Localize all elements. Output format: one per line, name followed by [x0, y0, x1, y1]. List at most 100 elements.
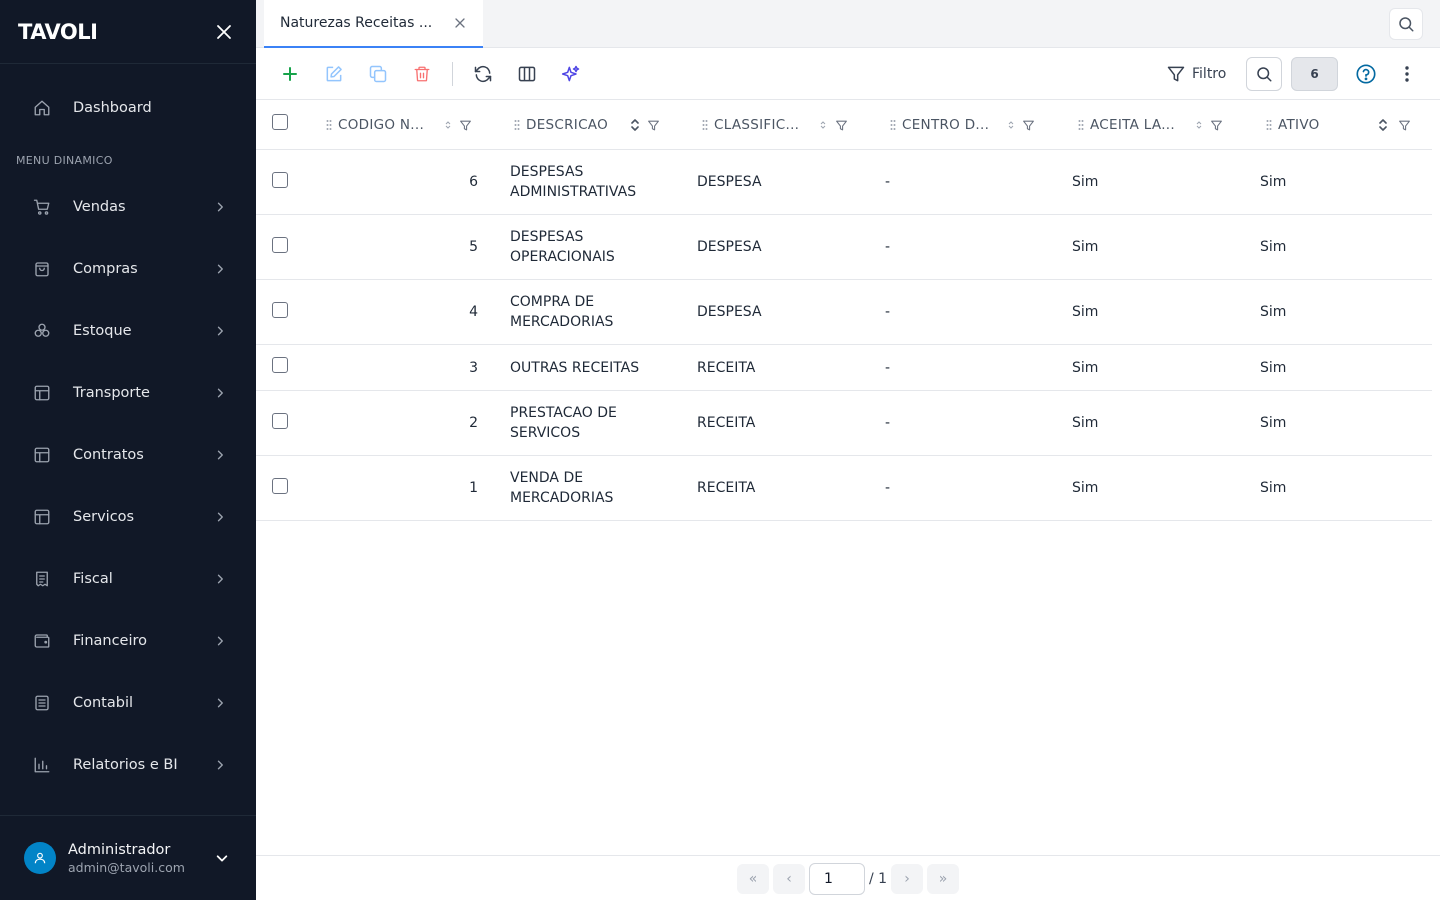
sidebar-item-vendas[interactable]: Vendas	[16, 185, 240, 229]
row-checkbox[interactable]	[272, 477, 288, 494]
column-filter-icon[interactable]	[1397, 118, 1411, 132]
cell-aceita: Sim	[1072, 359, 1099, 376]
columns-icon	[518, 66, 536, 82]
cell-centro: -	[885, 415, 891, 431]
column-header-aceita[interactable]: ACEITA LA...	[1076, 100, 1225, 150]
cell-aceita: Sim	[1072, 304, 1099, 320]
sort-icon[interactable]	[1006, 118, 1016, 132]
column-filter-icon[interactable]	[646, 118, 660, 132]
ai-assistant-button[interactable]	[557, 60, 585, 88]
add-button[interactable]	[276, 60, 304, 88]
row-checkbox[interactable]	[272, 236, 288, 253]
menu-section-title: MENU DINAMICO	[16, 154, 113, 167]
last-page-button[interactable]: »	[927, 864, 959, 894]
column-filter-icon[interactable]	[458, 118, 472, 132]
column-filter-icon[interactable]	[834, 118, 848, 132]
global-search-button[interactable]	[1389, 8, 1423, 40]
page-number-input[interactable]	[809, 863, 865, 895]
row-checkbox[interactable]	[272, 301, 288, 318]
chevron-right-icon	[212, 509, 228, 525]
row-select-cell	[272, 150, 302, 214]
row-select-cell	[272, 215, 302, 279]
refresh-button[interactable]	[469, 60, 497, 88]
cell-ativo: Sim	[1260, 304, 1287, 320]
cell-classificacao: DESPESA	[697, 174, 762, 190]
table-row[interactable]: 4 COMPRA DE MERCADORIAS DESPESA - Sim Sim	[256, 280, 1432, 345]
filter-label: Filtro	[1192, 66, 1227, 82]
chevron-right-icon	[212, 199, 228, 215]
close-sidebar-button[interactable]	[212, 20, 236, 44]
row-checkbox[interactable]	[272, 412, 288, 429]
column-header-centro[interactable]: CENTRO D...	[888, 100, 1037, 150]
cell-descricao: DESPESAS OPERACIONAIS	[510, 229, 615, 265]
more-options-button[interactable]	[1393, 60, 1421, 88]
columns-button[interactable]	[513, 60, 541, 88]
cell-aceita: Sim	[1072, 480, 1099, 496]
sidebar-item-servicos[interactable]: Servicos	[16, 495, 240, 539]
wallet-icon	[32, 631, 52, 651]
chevron-right-icon	[212, 633, 228, 649]
sidebar-item-transporte[interactable]: Transporte	[16, 371, 240, 415]
drag-handle-icon[interactable]	[512, 118, 522, 132]
tab-naturezas-receitas[interactable]: Naturezas Receitas ...	[264, 0, 483, 48]
drag-handle-icon[interactable]	[888, 118, 898, 132]
sort-icon[interactable]	[630, 118, 640, 132]
tab-label: Naturezas Receitas ...	[280, 15, 433, 31]
refresh-icon	[474, 65, 492, 83]
cell-aceita: Sim	[1072, 174, 1099, 190]
table-header: CODIGO N... DESCRICAO CLASSIFIC... CENTRO D…	[256, 100, 1432, 150]
help-button[interactable]	[1352, 60, 1380, 88]
delete-button[interactable]	[408, 60, 436, 88]
sidebar-item-contabil[interactable]: Contabil	[16, 681, 240, 725]
column-header-descricao[interactable]: DESCRICAO	[512, 100, 662, 150]
first-page-button[interactable]: «	[737, 864, 769, 894]
sort-icon[interactable]	[1194, 118, 1204, 132]
row-checkbox[interactable]	[272, 171, 288, 188]
table-row[interactable]: 3 OUTRAS RECEITAS RECEITA - Sim Sim	[256, 345, 1432, 391]
row-checkbox[interactable]	[272, 357, 288, 373]
sidebar-item-contratos[interactable]: Contratos	[16, 433, 240, 477]
duplicate-button[interactable]	[364, 60, 392, 88]
edit-button[interactable]	[320, 60, 348, 88]
sidebar-item-label: Financeiro	[73, 633, 148, 649]
table-search-button[interactable]	[1246, 57, 1282, 91]
record-count-badge: 6	[1291, 57, 1338, 91]
sidebar-item-fiscal[interactable]: Fiscal	[16, 557, 240, 601]
sidebar-item-financeiro[interactable]: Financeiro	[16, 619, 240, 663]
cell-ativo: Sim	[1260, 239, 1287, 255]
cell-classificacao: RECEITA	[697, 359, 756, 376]
select-all-checkbox[interactable]	[272, 114, 288, 130]
column-header-codigo[interactable]: CODIGO N...	[324, 100, 474, 150]
column-header-classificacao[interactable]: CLASSIFIC...	[700, 100, 850, 150]
data-table: CODIGO N... DESCRICAO CLASSIFIC... CENTRO D…	[256, 100, 1432, 521]
sort-icon[interactable]	[818, 118, 828, 132]
next-page-button[interactable]: ›	[891, 864, 923, 894]
sidebar-item-dashboard[interactable]: Dashboard	[16, 86, 240, 130]
sort-icon[interactable]	[443, 118, 453, 132]
user-menu-toggle[interactable]	[212, 848, 232, 868]
prev-page-button[interactable]: ‹	[773, 864, 805, 894]
drag-handle-icon[interactable]	[1076, 118, 1086, 132]
filter-button[interactable]: Filtro	[1166, 60, 1226, 88]
sidebar-item-estoque[interactable]: Estoque	[16, 309, 240, 353]
close-tab-button[interactable]	[453, 16, 467, 30]
drag-handle-icon[interactable]	[324, 118, 334, 132]
drag-handle-icon[interactable]	[1264, 118, 1274, 132]
table-row[interactable]: 6 DESPESAS ADMINISTRATIVAS DESPESA - Sim Sim	[256, 150, 1432, 215]
row-select-cell	[272, 456, 302, 520]
drag-handle-icon[interactable]	[700, 118, 710, 132]
column-filter-icon[interactable]	[1021, 118, 1035, 132]
column-header-label: CLASSIFIC...	[714, 117, 800, 133]
table-row[interactable]: 1 VENDA DE MERCADORIAS RECEITA - Sim Sim	[256, 456, 1432, 521]
row-select-cell	[272, 345, 302, 390]
sidebar-item-label: Vendas	[73, 199, 126, 215]
table-row[interactable]: 2 PRESTACAO DE SERVICOS RECEITA - Sim Sim	[256, 391, 1432, 456]
sidebar-item-compras[interactable]: Compras	[16, 247, 240, 291]
user-profile[interactable]: Administrador admin@tavoli.com	[0, 815, 256, 900]
sort-icon[interactable]	[1378, 118, 1388, 132]
cell-aceita: Sim	[1072, 239, 1099, 255]
column-filter-icon[interactable]	[1209, 118, 1223, 132]
sidebar-item-relatorios-e-bi[interactable]: Relatorios e BI	[16, 743, 240, 787]
table-row[interactable]: 5 DESPESAS OPERACIONAIS DESPESA - Sim Sim	[256, 215, 1432, 280]
column-header-ativo[interactable]: ATIVO	[1264, 100, 1413, 150]
